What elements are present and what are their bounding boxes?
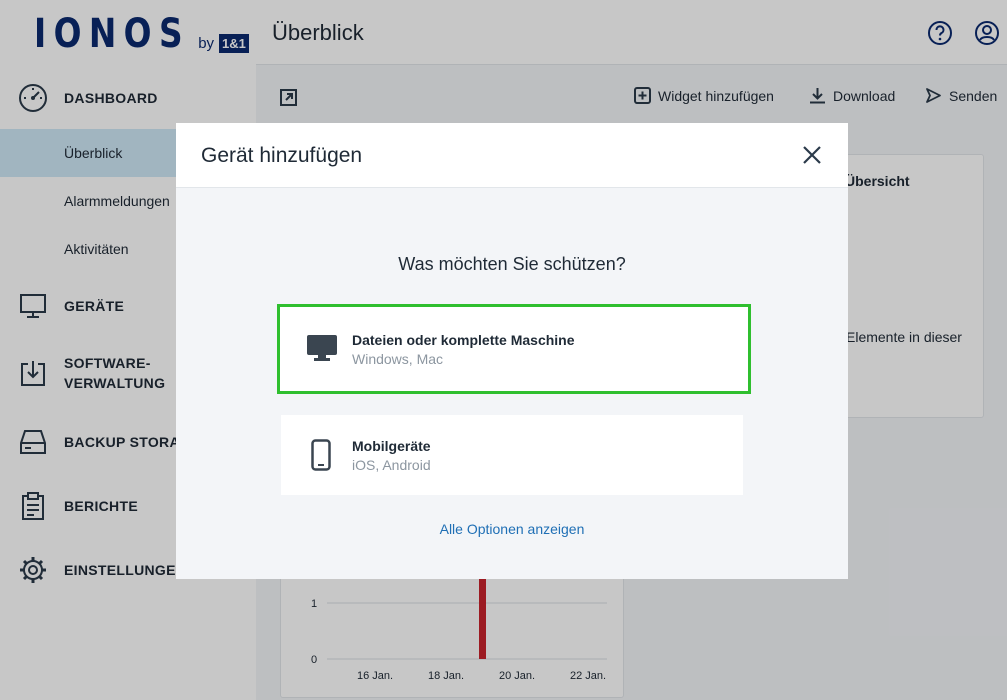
dialog-title: Gerät hinzufügen xyxy=(201,144,363,167)
option-files-subtitle: Windows, Mac xyxy=(352,351,444,367)
option-mobile-subtitle: iOS, Android xyxy=(352,457,431,473)
monitor-icon xyxy=(307,335,337,361)
option-files-machine[interactable]: Dateien oder komplette Maschine Windows,… xyxy=(277,304,751,394)
dialog-header: Gerät hinzufügen xyxy=(176,123,848,188)
option-mobile-devices[interactable]: Mobilgeräte iOS, Android xyxy=(281,415,743,495)
show-all-options-link[interactable]: Alle Optionen anzeigen xyxy=(176,521,848,537)
smartphone-icon xyxy=(311,439,331,471)
option-mobile-title: Mobilgeräte xyxy=(352,438,431,454)
option-files-title: Dateien oder komplette Maschine xyxy=(352,332,575,348)
add-device-dialog: Gerät hinzufügen Was möchten Sie schütze… xyxy=(176,123,848,579)
dialog-question: Was möchten Sie schützen? xyxy=(398,254,626,274)
close-icon[interactable] xyxy=(800,143,824,167)
